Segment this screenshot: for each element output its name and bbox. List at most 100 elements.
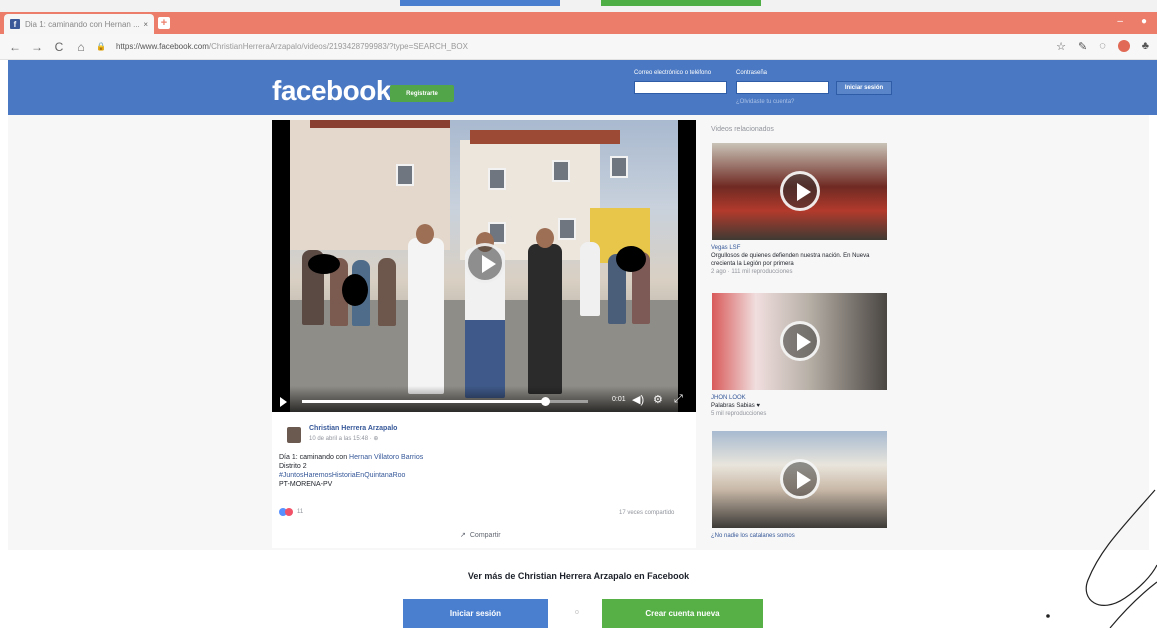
url-field[interactable]: https://www.facebook.com/ChristianHerrer… (116, 42, 468, 51)
tab-title: Dia 1: caminando con Hernan ... (25, 19, 140, 29)
mention-link[interactable]: Hernan Villatoro Barrios (349, 454, 423, 461)
author-name[interactable]: Christian Herrera Arzapalo (309, 425, 397, 432)
minimize-icon[interactable]: – (1117, 16, 1123, 27)
login-button[interactable]: Iniciar sesión (403, 599, 548, 628)
register-button[interactable]: Registrarte (390, 85, 454, 102)
post-line-1: Día 1: caminando con Hernan Villatoro Ba… (279, 453, 423, 462)
related-videos-title: Videos relacionados (711, 126, 774, 133)
top-cut-create-button[interactable] (601, 0, 761, 6)
post-line-1-text: Día 1: caminando con (279, 454, 350, 461)
email-label: Correo electrónico o teléfono (634, 70, 712, 76)
facebook-favicon-icon: f (10, 19, 20, 29)
forward-icon[interactable]: → (30, 40, 44, 54)
lock-icon: 🔒 (96, 42, 106, 51)
share-label: Compartir (469, 531, 501, 539)
face-blur (308, 254, 340, 274)
video-progress-fill (302, 400, 546, 403)
home-icon[interactable]: ⌂ (74, 40, 88, 54)
related-video-sub: 5 mil reproducciones (711, 411, 767, 417)
settings-gear-icon[interactable]: ⚙ (653, 393, 663, 406)
person (580, 242, 600, 316)
fullscreen-icon[interactable]: ⤢ (674, 393, 683, 406)
url-host: https://www.facebook.com (115, 42, 209, 51)
video-controls: 0:01 ◀) ⚙ ⤢ (272, 386, 696, 412)
avatar[interactable] (287, 427, 301, 443)
related-video-meta: ¿No nadie los catalanes somos (711, 532, 887, 540)
roof (310, 120, 450, 128)
pen-icon[interactable]: ✎ (1078, 40, 1087, 53)
facebook-logo[interactable]: facebook (272, 75, 391, 107)
back-icon[interactable]: ← (8, 40, 22, 54)
share-button[interactable]: ↗ Compartir (460, 531, 501, 540)
play-icon[interactable] (780, 321, 820, 361)
or-label: o (575, 609, 579, 616)
window-controls: – ● (1117, 16, 1147, 27)
password-label: Contraseña (736, 70, 768, 76)
tab-close-icon[interactable]: × (143, 20, 148, 29)
play-icon[interactable] (780, 459, 820, 499)
window (610, 156, 628, 178)
related-video-thumbnail[interactable] (712, 431, 887, 528)
related-video-thumbnail[interactable] (712, 143, 887, 240)
close-window-icon[interactable]: ● (1141, 16, 1147, 27)
page: f Dia 1: caminando con Hernan ... × + – … (0, 0, 1157, 628)
head (416, 224, 434, 244)
password-field[interactable] (736, 81, 829, 94)
post-timestamp[interactable]: 10 de abril a las 15:48 · ⊕ (309, 435, 397, 442)
video-progress-knob[interactable] (541, 397, 551, 406)
see-more-heading: Ver más de Christian Herrera Arzapalo en… (467, 571, 690, 581)
volume-icon[interactable]: ◀) (632, 393, 644, 406)
head (536, 228, 554, 248)
url-path: /ChristianHerreraArzapalo/videos/2193428… (208, 42, 468, 51)
new-tab-button[interactable]: + (158, 17, 170, 29)
love-reaction-icon (285, 508, 293, 516)
related-video-channel[interactable]: JHON LOOK (711, 394, 887, 402)
related-video-thumbnail[interactable] (712, 293, 887, 390)
email-field[interactable] (634, 81, 727, 94)
video-time: 0:01 (612, 396, 626, 403)
play-button-icon[interactable] (280, 397, 287, 407)
window (552, 160, 570, 182)
forgot-account-link[interactable]: ¿Olvidaste tu cuenta? (736, 99, 794, 105)
video-progress-bar[interactable] (302, 397, 588, 406)
hashtag-link[interactable]: #JuntosHaremosHistoriaEnQuintanaRoo (279, 471, 423, 480)
post-line-4: PT-MORENA-PV (279, 481, 333, 488)
toolbar-icons: ☆ ✎ ◌ ♣ (1056, 40, 1149, 53)
top-cut-login-button[interactable] (400, 0, 560, 6)
profile-icon[interactable]: ♣ (1142, 40, 1149, 53)
face-blur (616, 246, 646, 272)
play-icon[interactable] (780, 171, 820, 211)
related-video-text[interactable]: Orgullosos de quienes defienden nuestra … (711, 252, 887, 268)
top-cut-buttons (0, 0, 1157, 12)
post-line-2: Distrito 2 (279, 463, 307, 470)
browser-tab-bar: f Dia 1: caminando con Hernan ... × + – … (0, 12, 1157, 34)
shield-icon[interactable]: ◌ (1099, 40, 1106, 53)
address-bar: ← → C ⌂ 🔒 https://www.facebook.com/Chris… (0, 34, 1157, 60)
related-video-meta: Vegas LSF Orgullosos de quienes defiende… (711, 244, 887, 276)
post-author: Christian Herrera Arzapalo 10 de abril a… (287, 425, 397, 443)
share-count[interactable]: 17 veces compartido (619, 510, 674, 516)
share-icon: ↗ (460, 532, 466, 539)
related-video-sub: 2 ago · 111 mil reproducciones (711, 269, 793, 275)
window (488, 168, 506, 190)
browser-tab[interactable]: f Dia 1: caminando con Hernan ... × (4, 14, 154, 34)
roof (470, 130, 620, 144)
window (396, 164, 414, 186)
reload-icon[interactable]: C (52, 40, 66, 54)
play-icon[interactable] (465, 243, 505, 283)
extension-icon[interactable] (1117, 40, 1130, 52)
header-login-button[interactable]: Iniciar sesión (836, 81, 892, 95)
related-video-text[interactable]: Palabras Sabias ♥ (711, 402, 887, 410)
handwritten-signature (1046, 489, 1157, 628)
person (528, 244, 562, 394)
related-video-text[interactable]: ¿No nadie los catalanes somos (711, 532, 887, 540)
reactions[interactable]: 11 (279, 508, 303, 516)
reaction-count: 11 (297, 509, 304, 515)
star-icon[interactable]: ☆ (1056, 40, 1066, 53)
related-video-channel[interactable]: Vegas LSF (711, 244, 887, 252)
post-text: Día 1: caminando con Hernan Villatoro Ba… (279, 453, 423, 489)
face-blur (342, 274, 368, 306)
related-video-meta: JHON LOOK Palabras Sabias ♥ 5 mil reprod… (711, 394, 887, 418)
video-player[interactable]: 0:01 ◀) ⚙ ⤢ (272, 120, 696, 412)
create-account-button[interactable]: Crear cuenta nueva (602, 599, 763, 628)
